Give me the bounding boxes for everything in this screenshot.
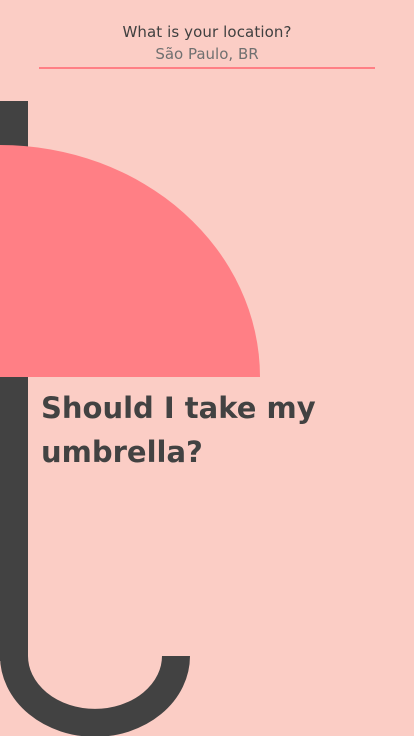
umbrella-illustration (0, 101, 260, 736)
location-question-label: What is your location? (122, 23, 292, 41)
location-input[interactable] (39, 43, 375, 69)
headline-question: Should I take my umbrella? (41, 391, 316, 469)
umbrella-hook (0, 655, 190, 736)
app-screen: What is your location? Should I take my … (0, 0, 414, 736)
location-section: What is your location? (0, 22, 414, 69)
umbrella-canopy (0, 145, 260, 377)
